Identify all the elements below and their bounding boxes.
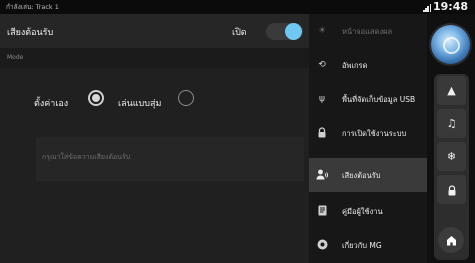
menu-item-activation[interactable]: การเปิดใช้งานระบบ [309, 116, 427, 150]
menu-label-activation: การเปิดใช้งานระบบ [342, 129, 407, 138]
custom-option-radio[interactable] [88, 90, 104, 106]
clock: 19:48 [433, 0, 469, 13]
menu-item-usb[interactable]: ψ พื้นที่จัดเก็บข้อมูล USB [309, 82, 427, 116]
menu-label-manual: คู่มือผู้ใช้งาน [342, 207, 383, 216]
menu-label-upgrade: อัพเกรด [342, 61, 368, 70]
menu-item-display[interactable]: ☀ หน้าจอแสดงผล [309, 14, 427, 48]
info-icon [316, 239, 328, 251]
car-lock-icon[interactable] [437, 175, 466, 204]
random-option-radio[interactable] [178, 90, 194, 106]
menu-item-welcome-voice[interactable]: เสียงต้อนรับ [309, 158, 427, 192]
menu-label-usb: พื้นที่จัดเก็บข้อมูล USB [342, 95, 416, 104]
menu-label-welcome-voice: เสียงต้อนรับ [342, 171, 381, 180]
menu-label-about: เกี่ยวกับ MG [342, 241, 382, 250]
manual-icon [316, 205, 328, 217]
random-option-label[interactable]: เล่นแบบสุ่ม [118, 96, 161, 110]
welcome-message-placeholder: กรุณาใส่ข้อความเสียงต้อนรับ [42, 153, 131, 161]
signal-icon [423, 4, 432, 12]
upgrade-icon: ⟲ [318, 60, 326, 70]
welcome-voice-icon [316, 169, 329, 181]
menu-label-display: หน้าจอแสดงผล [342, 27, 393, 36]
side-rail: ▲ ♫ ❄ [427, 14, 475, 263]
panel-title: เสียงต้อนรับ [7, 28, 54, 38]
settings-menu: ☀ หน้าจอแสดงผล ⟲ อัพเกรด ψ พื้นที่จัดเก็… [309, 14, 427, 263]
mode-label: Mode [7, 54, 24, 61]
now-playing-text: กำลังเล่น: Track 1 [6, 3, 59, 11]
assistant-avatar-icon[interactable] [431, 25, 470, 64]
status-bar: กำลังเล่น: Track 1 19:48 [0, 0, 475, 14]
mode-section-header: Mode [0, 48, 309, 68]
navigation-icon[interactable]: ▲ [437, 76, 466, 105]
home-icon[interactable] [438, 227, 464, 253]
panel-header: เสียงต้อนรับ เปิด [0, 14, 309, 48]
lock-icon [316, 127, 328, 139]
menu-item-upgrade[interactable]: ⟲ อัพเกรด [309, 48, 427, 82]
welcome-voice-toggle[interactable] [266, 23, 303, 40]
welcome-voice-panel: เสียงต้อนรับ เปิด Mode ตั้งค่าเอง เล่นแบ… [0, 14, 309, 263]
brightness-icon: ☀ [317, 26, 327, 36]
fan-icon[interactable]: ❄ [437, 142, 466, 171]
music-icon[interactable]: ♫ [437, 109, 466, 138]
menu-item-manual[interactable]: คู่มือผู้ใช้งาน [309, 194, 427, 228]
welcome-message-input[interactable]: กรุณาใส่ข้อความเสียงต้อนรับ [36, 137, 304, 181]
usb-icon: ψ [319, 94, 325, 104]
custom-option-label[interactable]: ตั้งค่าเอง [34, 96, 68, 110]
menu-item-about[interactable]: เกี่ยวกับ MG [309, 228, 427, 262]
toggle-label: เปิด [232, 28, 247, 38]
toggle-knob [285, 23, 302, 40]
